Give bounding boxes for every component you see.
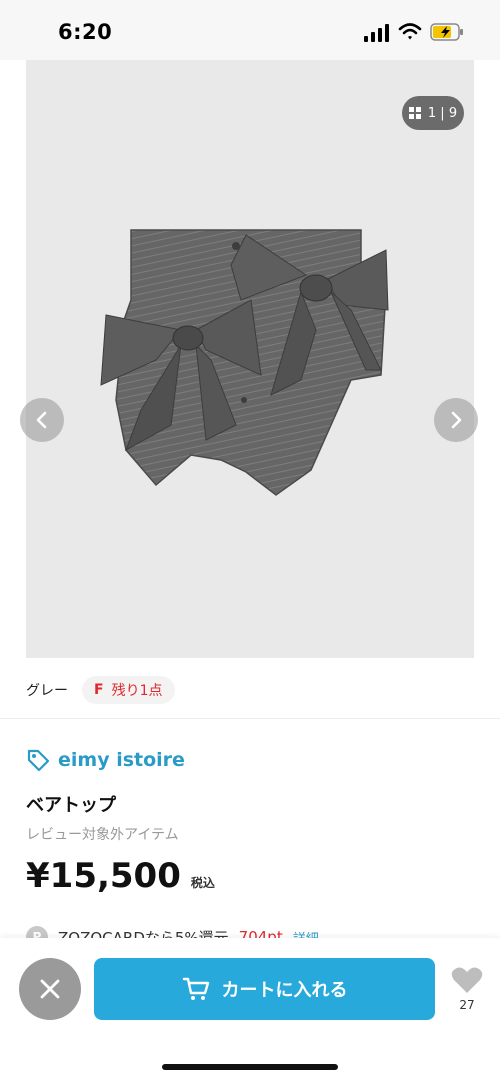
size-label: F <box>94 682 104 698</box>
heart-icon <box>451 967 483 993</box>
close-icon <box>40 979 60 999</box>
price: ¥15,500 <box>26 856 181 896</box>
favorite-button[interactable]: 27 <box>448 966 486 1020</box>
brand-link[interactable]: eimy istoire <box>26 748 185 772</box>
next-image-button[interactable] <box>434 398 478 442</box>
battery-charging-icon <box>430 23 463 41</box>
price-row: ¥15,500 税込 <box>26 856 215 896</box>
tax-label: 税込 <box>190 876 215 890</box>
product-image <box>100 229 389 496</box>
bottom-action-bar: カートに入れる 27 <box>0 938 500 1080</box>
review-note: レビュー対象外アイテム <box>26 827 179 843</box>
image-counter[interactable]: 1 | 9 <box>402 96 464 130</box>
cart-icon <box>182 977 209 1000</box>
stock-status: 残り1点 <box>111 683 163 699</box>
chevron-left-icon <box>36 411 47 429</box>
variant-row: グレー F 残り1点 <box>26 676 175 704</box>
grid-icon <box>408 107 421 119</box>
prev-image-button[interactable] <box>20 398 64 442</box>
status-time: 6:20 <box>58 20 113 44</box>
close-button[interactable] <box>19 958 81 1020</box>
home-indicator <box>162 1064 338 1070</box>
image-counter-text: 1 | 9 <box>427 105 458 121</box>
product-name: ベアトップ <box>26 795 116 816</box>
product-image-gallery[interactable]: 1 | 9 <box>20 60 478 658</box>
brand-name: eimy istoire <box>58 749 185 771</box>
stock-badge[interactable]: F 残り1点 <box>82 676 175 704</box>
wifi-icon <box>398 23 422 40</box>
color-label: グレー <box>26 683 68 699</box>
add-to-cart-button[interactable]: カートに入れる <box>94 958 435 1020</box>
divider <box>0 718 500 719</box>
status-bar: 6:20 <box>0 0 500 60</box>
add-to-cart-label: カートに入れる <box>221 980 348 1001</box>
cellular-signal-icon <box>364 24 389 42</box>
favorite-count: 27 <box>459 998 475 1012</box>
chevron-right-icon <box>451 411 462 429</box>
tag-icon <box>27 749 50 772</box>
